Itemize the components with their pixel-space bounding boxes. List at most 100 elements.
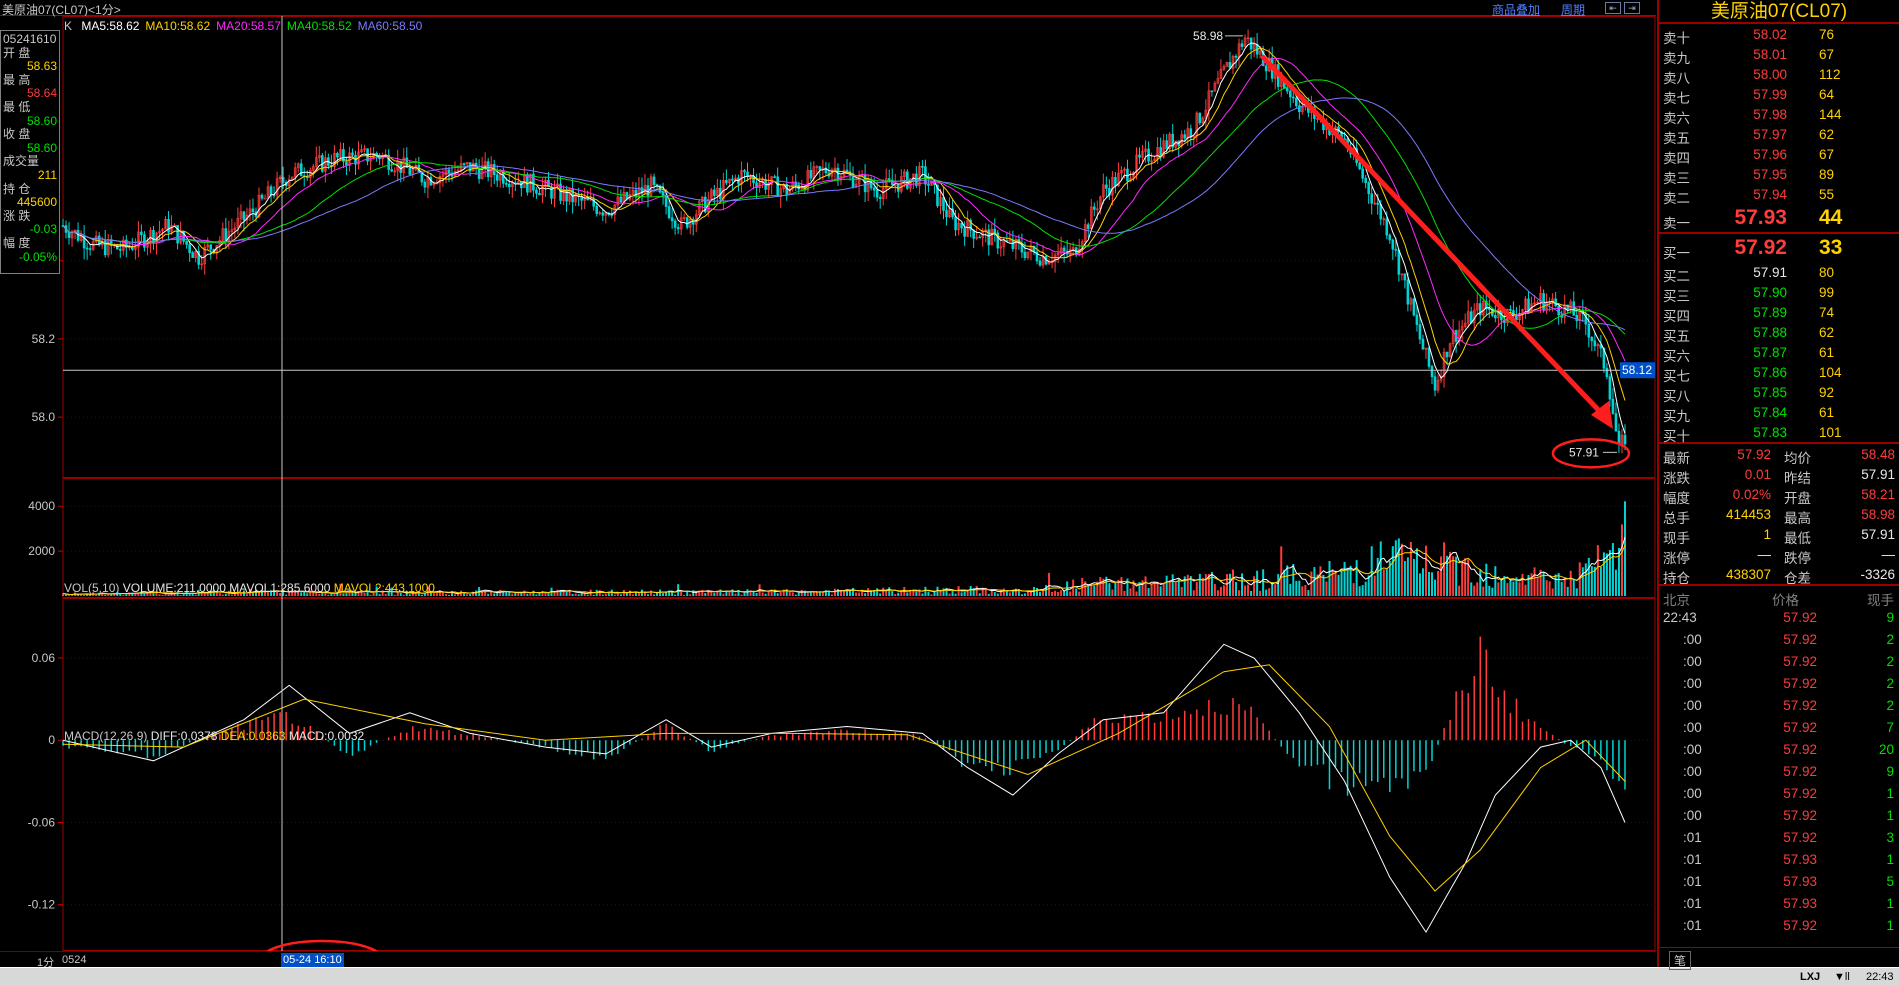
volume-bar [1045, 585, 1048, 596]
zoom-in-icon[interactable]: ⇥ [1624, 2, 1640, 14]
ma-line [62, 79, 1626, 335]
candle-body [1288, 90, 1292, 98]
ask-row[interactable]: 卖六 57.98 144 [1659, 104, 1899, 126]
ask-qty: 64 [1819, 87, 1835, 102]
kline-label: K [64, 19, 73, 33]
ask-qty: 112 [1819, 67, 1841, 82]
volume-bar [1614, 569, 1617, 596]
volume-bar [864, 593, 867, 596]
tick-row: :00 57.92 2 [1659, 628, 1899, 650]
tick-qty: 1 [1886, 808, 1894, 823]
candle-body [535, 189, 538, 194]
candle-body [1086, 224, 1090, 230]
tab-ticks[interactable]: 笔 [1669, 951, 1692, 970]
volume-bar [122, 595, 125, 596]
volume-bar [861, 591, 864, 596]
candle-body [661, 191, 665, 196]
ask1-row[interactable]: 卖一 57.93 44 [1659, 204, 1899, 232]
ask-price: 57.94 [1753, 187, 1787, 202]
volume-bar [1376, 557, 1379, 596]
ma-legend: K MA5:58.62 MA10:58.62 MA20:58.57 MA40:58.5… [64, 19, 422, 33]
volume-bar [1099, 577, 1102, 596]
ask-row[interactable]: 卖七 57.99 64 [1659, 84, 1899, 106]
tick-tab-bar: 笔 [1659, 947, 1899, 970]
candle-body [185, 240, 188, 245]
ask-row[interactable]: 卖五 57.97 62 [1659, 124, 1899, 146]
volume-bar [1129, 588, 1132, 596]
bid-row[interactable]: 买六 57.87 61 [1659, 342, 1899, 364]
candle-body [993, 228, 997, 234]
candle-body [390, 169, 393, 172]
candle-body [1361, 168, 1364, 179]
volume-bar [1485, 563, 1488, 596]
bid1-row[interactable]: 买一 57.92 33 [1659, 234, 1899, 262]
candle-body [601, 212, 605, 216]
volume-bar [1394, 540, 1397, 596]
tick-row: :01 57.92 3 [1659, 826, 1899, 848]
ask-row[interactable]: 卖三 57.95 89 [1659, 164, 1899, 186]
tick-qty: 2 [1886, 632, 1894, 647]
candle-body [1418, 324, 1422, 340]
volume-bar [930, 594, 933, 596]
tick-row: :00 57.92 20 [1659, 738, 1899, 760]
volume-bar [1569, 570, 1572, 596]
stat-value: 0.02% [1732, 487, 1771, 502]
volume-bar [734, 593, 737, 596]
candle-body [1412, 298, 1416, 316]
ask-row[interactable]: 卖十 58.02 76 [1659, 24, 1899, 46]
bid-row[interactable]: 买五 57.88 62 [1659, 322, 1899, 344]
ask-row[interactable]: 卖四 57.96 67 [1659, 144, 1899, 166]
tick-qty: 20 [1878, 742, 1894, 757]
bid-row[interactable]: 买四 57.89 74 [1659, 302, 1899, 324]
bid-price: 57.83 [1753, 425, 1787, 440]
volume-bar [1054, 590, 1057, 596]
ask-row[interactable]: 卖二 57.94 55 [1659, 184, 1899, 206]
ask-price: 57.97 [1753, 127, 1787, 142]
ma-value: 58.50 [392, 19, 423, 33]
volume-bar [1587, 557, 1590, 596]
volume-bar [523, 590, 526, 596]
volume-bar [1135, 591, 1138, 596]
volume-bar [1023, 593, 1026, 596]
volume-bar [1039, 591, 1042, 596]
volume-legend: VOL(5,10) VOLUME:211.0000 MAVOL1:285.600… [64, 581, 435, 595]
ma-value: 58.62 [180, 19, 211, 33]
bid-row[interactable]: 买八 57.85 92 [1659, 382, 1899, 404]
ma-value: 58.57 [250, 19, 281, 33]
bid-row[interactable]: 买七 57.86 104 [1659, 362, 1899, 384]
candle-body [1298, 105, 1301, 113]
volume-bar [1551, 588, 1554, 596]
volume-bar [1512, 581, 1515, 596]
volume-bar [767, 591, 770, 596]
volume-bar [466, 594, 469, 596]
ma-name: MA40 [286, 19, 319, 33]
volume-bar [1180, 586, 1183, 596]
candle-body [85, 247, 89, 250]
volume-bar [1168, 580, 1171, 596]
bid-row[interactable]: 买二 57.91 80 [1659, 262, 1899, 284]
volume-bar [1596, 545, 1599, 596]
vol-label: VOL(5,10) [64, 581, 120, 595]
ask-row[interactable]: 卖九 58.01 67 [1659, 44, 1899, 66]
volume-bar [167, 595, 170, 596]
tick-row: :01 57.93 1 [1659, 892, 1899, 914]
volume-bar [1198, 573, 1201, 596]
bid-row[interactable]: 买三 57.90 99 [1659, 282, 1899, 304]
volume-bar [1063, 591, 1066, 596]
bid-price: 57.91 [1753, 265, 1787, 280]
tick-price: 57.92 [1783, 808, 1817, 823]
stat-value: 58.48 [1861, 447, 1895, 462]
volume-bar [1566, 586, 1569, 596]
ma-name: MA60 [357, 19, 389, 33]
chart-canvas[interactable]: 58.458.258.0400020000.060-0.06-0.12 58.1… [0, 16, 1656, 951]
volume-bar [927, 591, 930, 596]
volume-bar [1165, 575, 1168, 596]
ask-qty: 62 [1819, 127, 1835, 142]
zoom-out-icon[interactable]: ⇤ [1605, 2, 1621, 14]
volume-bar [1002, 588, 1005, 596]
candle-body [610, 214, 614, 216]
ask-row[interactable]: 卖八 58.00 112 [1659, 64, 1899, 86]
candle-body [538, 192, 541, 196]
bid-row[interactable]: 买九 57.84 61 [1659, 402, 1899, 424]
bid-row[interactable]: 买十 57.83 101 [1659, 422, 1899, 444]
